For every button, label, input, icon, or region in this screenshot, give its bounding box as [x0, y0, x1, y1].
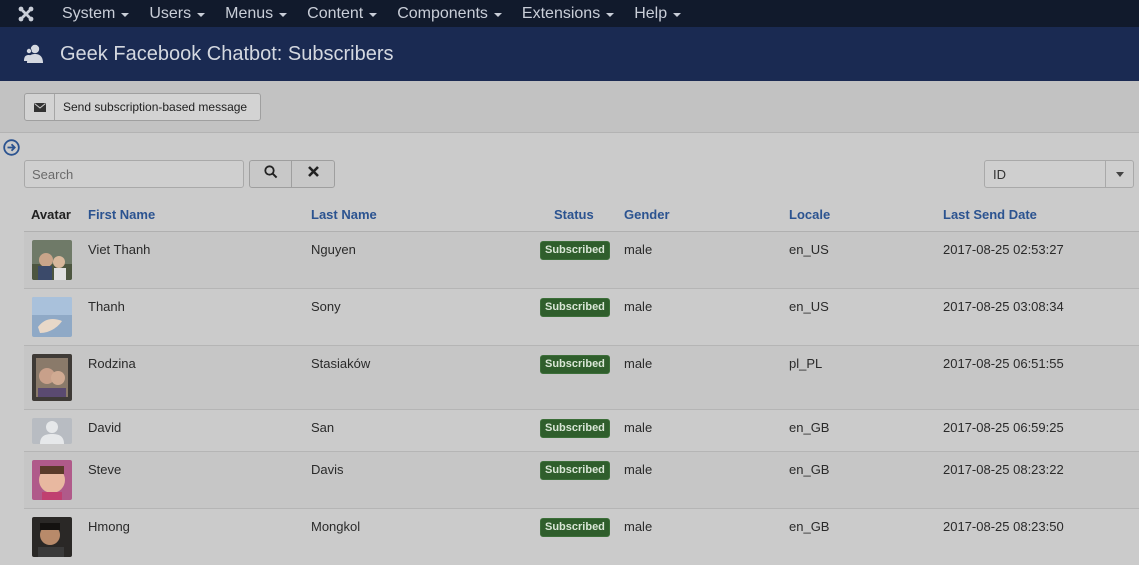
column-header-avatar: Avatar	[31, 207, 71, 222]
table-row: Viet Thanh Nguyen Subscribed male en_US …	[24, 232, 1139, 289]
envelope-icon	[25, 94, 55, 120]
avatar	[32, 354, 72, 401]
menu-system[interactable]: System	[52, 0, 139, 27]
menu-label: Content	[307, 4, 364, 22]
last-name-cell: San	[311, 420, 335, 435]
gender-cell: male	[624, 462, 653, 477]
joomla-logo-icon[interactable]	[0, 0, 52, 27]
top-navbar: System Users Menus Content Components Ex…	[0, 0, 1139, 27]
page-header: Geek Facebook Chatbot: Subscribers	[0, 27, 1139, 81]
menu-help[interactable]: Help	[624, 0, 691, 27]
first-name-cell[interactable]: Viet Thanh	[88, 242, 150, 257]
main-menu: System Users Menus Content Components Ex…	[52, 0, 691, 27]
last-send-date-cell: 2017-08-25 06:51:55	[943, 356, 1064, 371]
last-name-cell: Nguyen	[311, 242, 356, 257]
gender-cell: male	[624, 519, 653, 534]
table-row: David San Subscribed male en_GB 2017-08-…	[24, 410, 1139, 452]
first-name-cell[interactable]: Rodzina	[88, 356, 136, 371]
search-icon	[263, 164, 278, 184]
menu-label: Help	[634, 4, 668, 22]
table-row: Hmong Mongkol Subscribed male en_GB 2017…	[24, 509, 1139, 565]
status-badge: Subscribed	[540, 419, 610, 438]
status-badge: Subscribed	[540, 355, 610, 374]
gender-cell: male	[624, 242, 653, 257]
clear-search-button[interactable]	[291, 160, 335, 188]
first-name-cell[interactable]: Thanh	[88, 299, 125, 314]
status-badge: Subscribed	[540, 518, 610, 537]
avatar	[32, 517, 72, 557]
last-send-date-cell: 2017-08-25 03:08:34	[943, 299, 1064, 314]
column-header-first-name[interactable]: First Name	[88, 207, 155, 222]
sort-select[interactable]: ID	[984, 160, 1134, 188]
locale-cell: en_GB	[789, 519, 830, 534]
last-name-cell: Mongkol	[311, 519, 361, 534]
column-header-last-name[interactable]: Last Name	[311, 207, 377, 222]
send-message-label: Send subscription-based message	[63, 100, 248, 114]
last-send-date-cell: 2017-08-25 08:23:22	[943, 462, 1064, 477]
send-message-button[interactable]: Send subscription-based message	[24, 93, 261, 121]
column-header-gender[interactable]: Gender	[624, 207, 670, 222]
sidebar-toggle-icon[interactable]	[3, 139, 20, 156]
first-name-cell[interactable]: Hmong	[88, 519, 130, 534]
chevron-down-icon	[1105, 161, 1133, 187]
avatar	[32, 418, 72, 444]
gender-cell: male	[624, 420, 653, 435]
menu-label: Users	[149, 4, 192, 22]
sort-selected-value: ID	[993, 166, 1006, 182]
menu-label: Menus	[225, 4, 274, 22]
avatar	[32, 297, 72, 337]
close-icon	[307, 165, 320, 183]
locale-cell: pl_PL	[789, 356, 823, 371]
caret-down-icon	[197, 12, 206, 17]
table-row: Steve Davis Subscribed male en_GB 2017-0…	[24, 452, 1139, 509]
toolbar: Send subscription-based message	[0, 81, 1139, 133]
menu-components[interactable]: Components	[387, 0, 512, 27]
locale-cell: en_GB	[789, 420, 830, 435]
locale-cell: en_GB	[789, 462, 830, 477]
last-send-date-cell: 2017-08-25 08:23:50	[943, 519, 1064, 534]
first-name-cell[interactable]: Steve	[88, 462, 121, 477]
caret-down-icon	[279, 12, 288, 17]
menu-content[interactable]: Content	[297, 0, 387, 27]
column-header-locale[interactable]: Locale	[789, 207, 830, 222]
avatar	[32, 460, 72, 500]
caret-down-icon	[606, 12, 615, 17]
status-badge: Subscribed	[540, 298, 610, 317]
caret-down-icon	[673, 12, 682, 17]
menu-menus[interactable]: Menus	[215, 0, 297, 27]
column-header-last-send-date[interactable]: Last Send Date	[943, 207, 1037, 222]
column-header-status[interactable]: Status	[554, 207, 594, 222]
gender-cell: male	[624, 299, 653, 314]
menu-extensions[interactable]: Extensions	[512, 0, 624, 27]
menu-label: Extensions	[521, 4, 601, 22]
menu-label: System	[62, 4, 116, 22]
first-name-cell[interactable]: David	[88, 420, 121, 435]
search-button[interactable]	[249, 160, 292, 188]
last-name-cell: Davis	[311, 462, 344, 477]
locale-cell: en_US	[789, 242, 829, 257]
status-badge: Subscribed	[540, 461, 610, 480]
last-send-date-cell: 2017-08-25 06:59:25	[943, 420, 1064, 435]
gender-cell: male	[624, 356, 653, 371]
last-name-cell: Sony	[311, 299, 341, 314]
page-title: Geek Facebook Chatbot: Subscribers	[60, 43, 394, 65]
locale-cell: en_US	[789, 299, 829, 314]
table-row: Rodzina Stasiaków Subscribed male pl_PL …	[24, 346, 1139, 410]
menu-users[interactable]: Users	[139, 0, 215, 27]
users-icon	[23, 43, 45, 65]
caret-down-icon	[121, 12, 130, 17]
last-name-cell: Stasiaków	[311, 356, 371, 371]
status-badge: Subscribed	[540, 241, 610, 260]
avatar	[32, 240, 72, 280]
search-input[interactable]	[24, 160, 244, 188]
caret-down-icon	[369, 12, 378, 17]
table-row: Thanh Sony Subscribed male en_US 2017-08…	[24, 289, 1139, 346]
caret-down-icon	[493, 12, 502, 17]
last-send-date-cell: 2017-08-25 02:53:27	[943, 242, 1064, 257]
menu-label: Components	[397, 4, 488, 22]
